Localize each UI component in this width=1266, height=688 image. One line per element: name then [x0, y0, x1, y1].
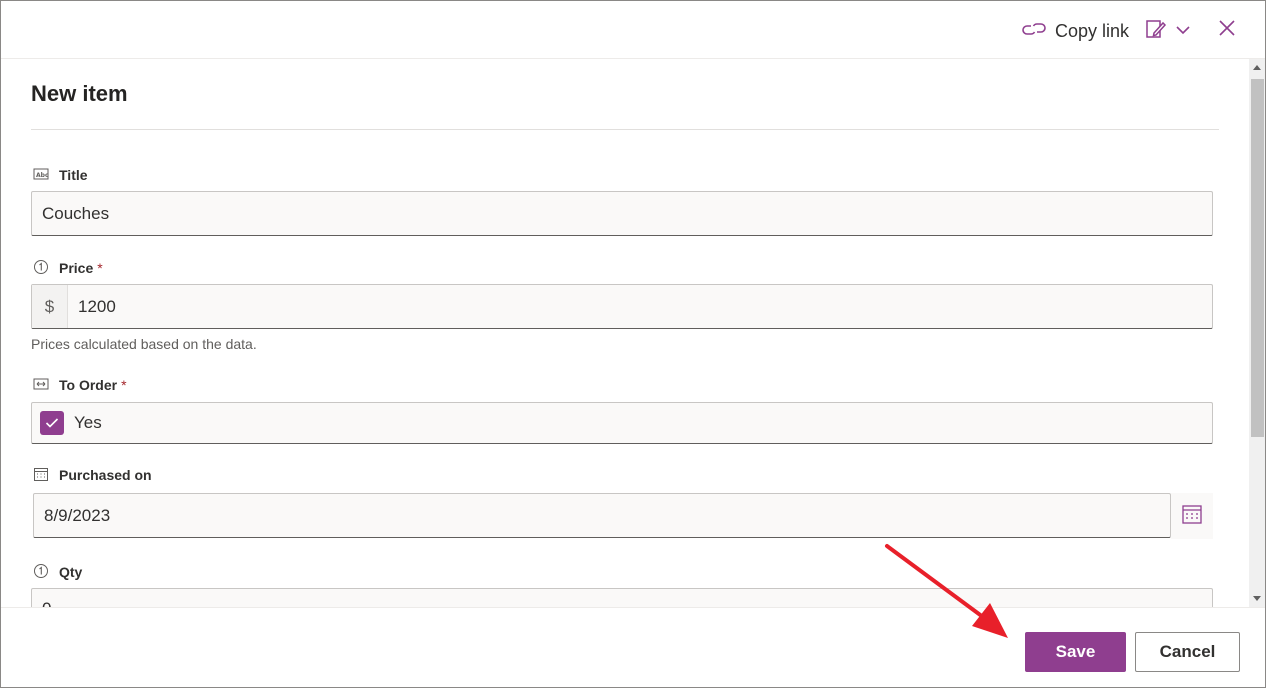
scroll-down-arrow-icon[interactable]: [1253, 596, 1261, 601]
copy-link-button[interactable]: Copy link: [1021, 17, 1129, 45]
title-value: Couches: [42, 203, 110, 223]
qty-input[interactable]: 0: [31, 588, 1213, 607]
heading-divider: [31, 129, 1219, 130]
scroll-up-arrow-icon[interactable]: [1253, 65, 1261, 70]
checkmark-icon: [45, 418, 59, 428]
scrollbar-thumb[interactable]: [1251, 79, 1264, 437]
title-input[interactable]: Couches: [31, 191, 1213, 236]
chevron-down-icon: [1176, 22, 1190, 40]
page-title: New item: [31, 81, 128, 106]
edit-form-icon: [1144, 18, 1168, 45]
price-help-text: Prices calculated based on the data.: [31, 336, 257, 352]
calendar-icon: [1181, 503, 1203, 530]
to-order-toggle[interactable]: Yes: [31, 402, 1213, 444]
calendar-icon: [33, 466, 49, 485]
yes-no-icon: [33, 376, 49, 395]
to-order-field-label: To Order *: [33, 375, 127, 395]
panel-toolbar: Copy link: [1, 1, 1265, 59]
qty-field-label: Qty: [33, 562, 82, 582]
text-field-icon: Abc: [33, 166, 49, 185]
required-marker: *: [97, 260, 103, 276]
purchased-on-value: 8/9/2023: [44, 505, 111, 525]
svg-text:Abc: Abc: [36, 172, 49, 179]
number-icon: [33, 259, 49, 278]
close-button[interactable]: [1213, 16, 1241, 44]
title-field-label: Abc Title: [33, 165, 88, 185]
to-order-checkbox[interactable]: [40, 411, 64, 435]
panel-footer: Save Cancel: [1, 607, 1265, 687]
save-button[interactable]: Save: [1025, 632, 1126, 672]
purchased-on-date-input[interactable]: 8/9/2023: [33, 493, 1171, 538]
link-icon: [1021, 18, 1047, 45]
date-picker-button[interactable]: [1171, 493, 1213, 539]
to-order-value: Yes: [74, 413, 102, 432]
edit-form-menu[interactable]: [1144, 17, 1190, 45]
cancel-button[interactable]: Cancel: [1135, 632, 1240, 672]
form-scroll-area[interactable]: New item Abc Title Couches Price * $ 120…: [1, 59, 1249, 607]
qty-value: 0: [32, 599, 51, 607]
price-input[interactable]: $ 1200: [31, 284, 1213, 329]
price-value: 1200: [78, 296, 116, 316]
price-field-label: Price *: [33, 258, 103, 278]
currency-prefix: $: [32, 285, 68, 328]
copy-link-label: Copy link: [1055, 20, 1130, 41]
purchased-on-field-label: Purchased on: [33, 465, 152, 485]
close-icon: [1218, 19, 1236, 42]
vertical-scrollbar[interactable]: [1249, 59, 1265, 607]
number-icon: [33, 563, 49, 582]
new-item-panel: Copy link New item Abc Title Couches Pri…: [0, 0, 1266, 688]
required-marker: *: [121, 377, 127, 393]
